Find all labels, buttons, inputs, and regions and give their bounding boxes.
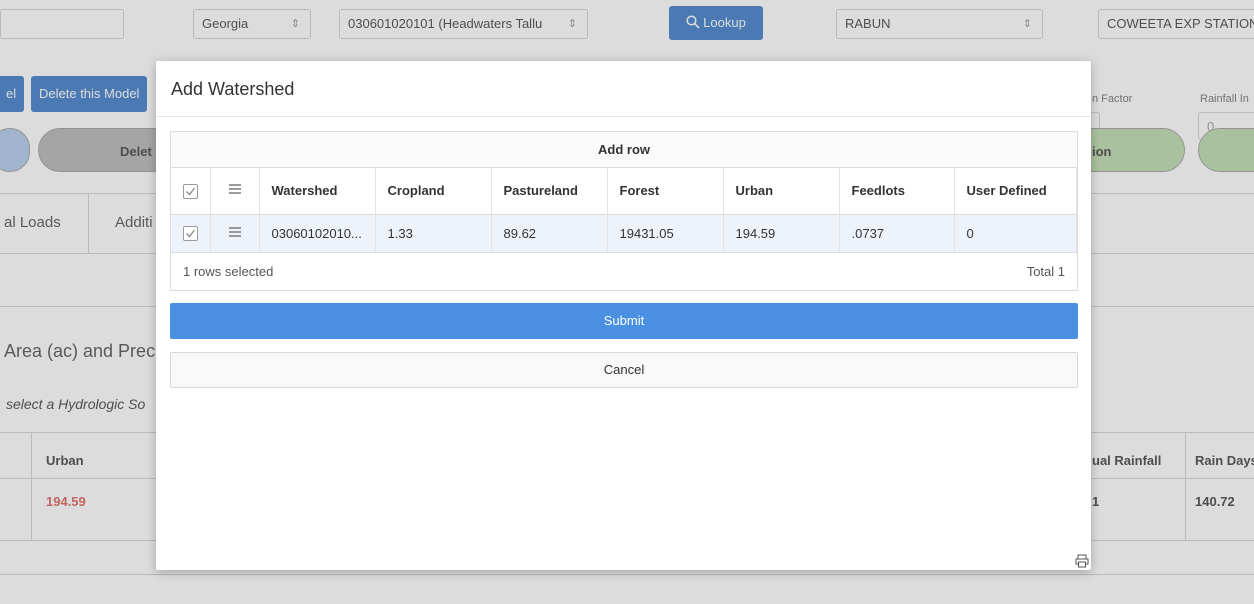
- cell-watershed[interactable]: 03060102010...: [259, 214, 376, 253]
- cancel-button[interactable]: Cancel: [170, 352, 1078, 388]
- row-menu-header[interactable]: [210, 168, 260, 215]
- print-icon[interactable]: [1075, 554, 1089, 568]
- select-all-cell[interactable]: [171, 168, 211, 215]
- table-row[interactable]: 03060102010... 1.33 89.62 19431.05 194.5…: [171, 214, 1077, 253]
- watershed-table: Watershed Cropland Pastureland Forest Ur…: [171, 168, 1077, 253]
- col-header-pastureland[interactable]: Pastureland: [491, 168, 608, 215]
- row-menu-cell[interactable]: [210, 214, 260, 253]
- select-all-checkbox[interactable]: [182, 183, 198, 199]
- dialog-title: Add Watershed: [156, 61, 1091, 117]
- cell-pastureland[interactable]: 89.62: [491, 214, 608, 253]
- submit-button[interactable]: Submit: [170, 303, 1078, 339]
- table-header-row: Watershed Cropland Pastureland Forest Ur…: [171, 168, 1077, 215]
- selected-count: 1 rows selected: [183, 263, 274, 279]
- menu-lines-icon: [228, 226, 241, 237]
- menu-lines-icon: [228, 184, 241, 194]
- row-select-cell[interactable]: [171, 214, 211, 253]
- cell-feedlots[interactable]: .0737: [839, 214, 955, 253]
- cell-cropland[interactable]: 1.33: [375, 214, 492, 253]
- add-watershed-dialog: Add Watershed Add row Watershed Cropland…: [156, 61, 1091, 570]
- add-row-button[interactable]: Add row: [171, 132, 1077, 168]
- total-count: Total 1: [1026, 263, 1065, 279]
- col-header-watershed[interactable]: Watershed: [259, 168, 376, 215]
- check-icon: [185, 229, 195, 238]
- grid-footer: 1 rows selected Total 1: [171, 253, 1077, 291]
- col-header-feedlots[interactable]: Feedlots: [839, 168, 955, 215]
- col-header-urban[interactable]: Urban: [723, 168, 840, 215]
- col-header-forest[interactable]: Forest: [607, 168, 724, 215]
- check-icon: [185, 187, 195, 196]
- col-header-cropland[interactable]: Cropland: [375, 168, 492, 215]
- cell-urban[interactable]: 194.59: [723, 214, 840, 253]
- cell-forest[interactable]: 19431.05: [607, 214, 724, 253]
- row-checkbox[interactable]: [182, 226, 198, 242]
- col-header-user-defined[interactable]: User Defined: [954, 168, 1077, 215]
- watershed-grid: Add row Watershed Cropland Pastureland F…: [170, 131, 1078, 291]
- cell-user-defined[interactable]: 0: [954, 214, 1077, 253]
